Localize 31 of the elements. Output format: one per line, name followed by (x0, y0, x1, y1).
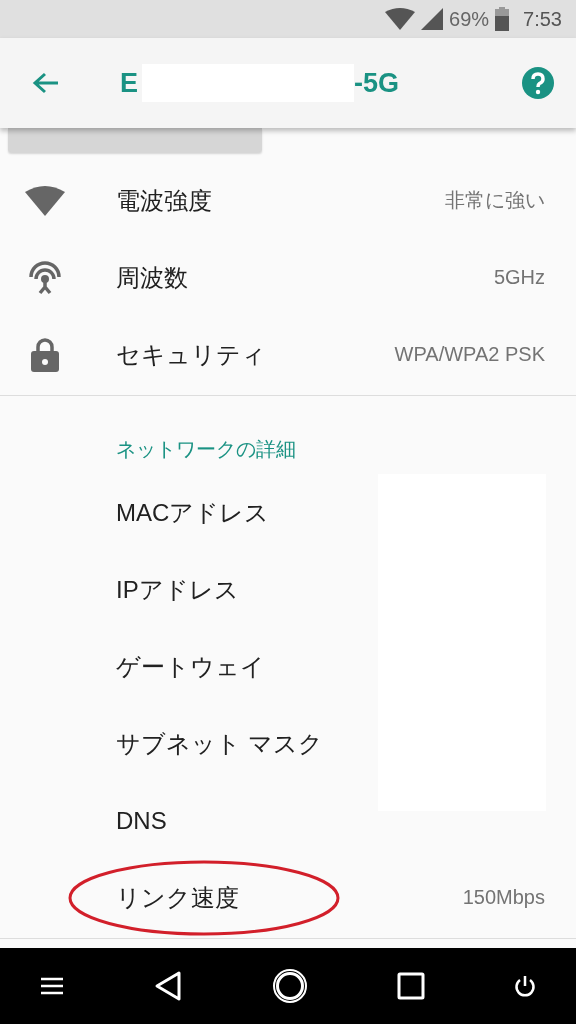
back-arrow-icon[interactable] (32, 71, 60, 95)
back-icon[interactable] (153, 970, 183, 1002)
battery-percent: 69% (449, 7, 490, 31)
recents-icon[interactable] (397, 972, 425, 1000)
setting-label: MACアドレス (116, 497, 270, 528)
clock: 7:53 (523, 7, 562, 31)
setting-label: セキュリティ (116, 339, 266, 370)
lock-icon (31, 337, 59, 372)
cell-signal-icon (421, 8, 444, 30)
setting-value: 150Mbps (462, 886, 545, 909)
wifi-icon (25, 185, 65, 216)
setting-label: 周波数 (116, 262, 188, 293)
setting-label: DNS (116, 806, 167, 835)
setting-label: リンク速度 (116, 882, 239, 913)
setting-label: 電波強度 (116, 185, 212, 216)
antenna-icon (27, 259, 63, 296)
setting-label: サブネット マスク (116, 728, 323, 759)
setting-value: 非常に強い (445, 188, 545, 213)
wifi-icon (385, 8, 416, 30)
setting-value: 5GHz (493, 266, 545, 289)
power-icon[interactable] (514, 975, 536, 997)
battery-icon (495, 7, 510, 31)
section-header: ネットワークの詳細 (115, 435, 297, 463)
help-icon[interactable] (522, 67, 554, 99)
menu-icon[interactable] (40, 976, 64, 996)
home-icon[interactable] (272, 968, 308, 1004)
network-name: E (120, 67, 138, 99)
network-name-suffix: -5G (354, 67, 400, 99)
setting-label: ゲートウェイ (116, 651, 265, 682)
setting-label: IPアドレス (116, 574, 239, 605)
setting-value: WPA/WPA2 PSK (394, 343, 545, 366)
